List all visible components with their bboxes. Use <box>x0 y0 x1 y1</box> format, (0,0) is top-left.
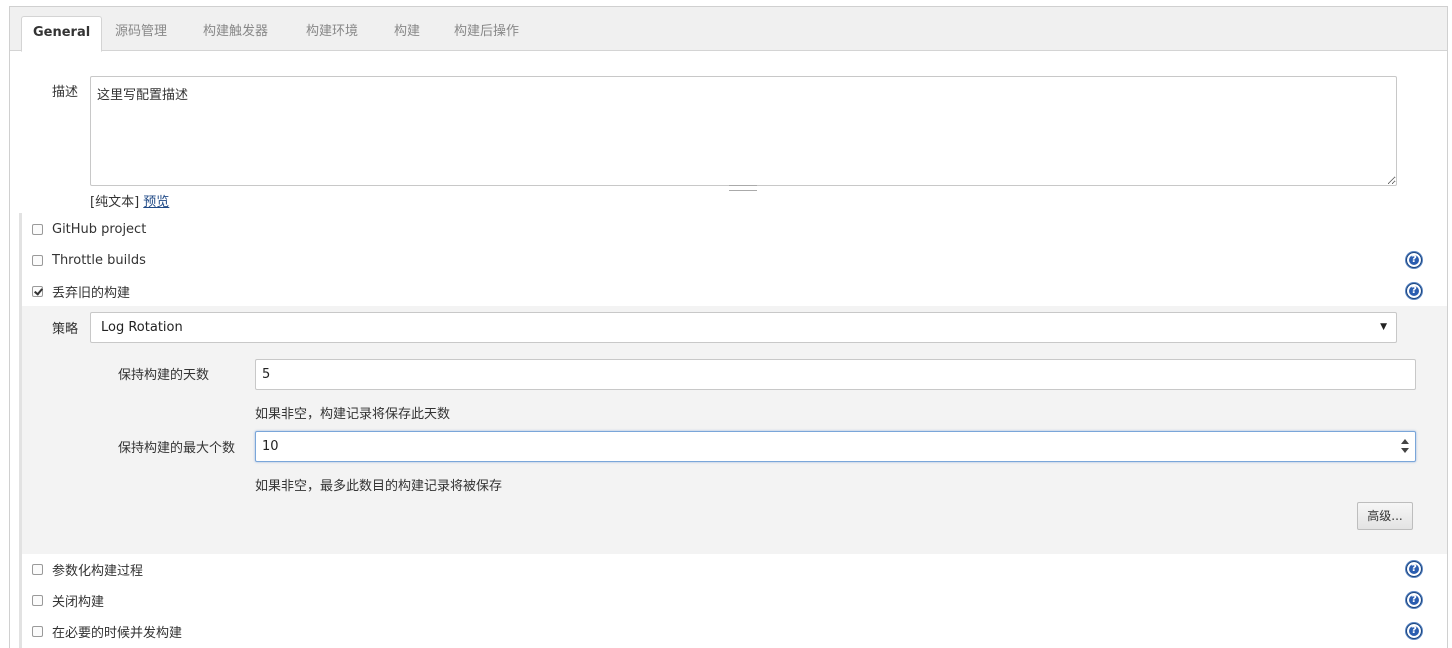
strategy-label: 策略 <box>52 322 79 337</box>
description-format-row: [纯文本] 预览 <box>90 191 169 210</box>
max-builds-input[interactable]: 10 <box>255 431 1416 462</box>
resize-grip[interactable] <box>729 185 757 191</box>
tab-source-management[interactable]: 源码管理 <box>104 16 178 50</box>
disable-build-label: 关闭构建 <box>52 594 105 610</box>
disable-build-option[interactable]: 关闭构建 <box>32 590 104 610</box>
description-textarea[interactable]: 这里写配置描述 <box>90 76 1397 186</box>
throttle-builds-checkbox[interactable] <box>32 254 43 266</box>
plain-text-label: [纯文本] <box>90 195 140 210</box>
tab-post-build[interactable]: 构建后操作 <box>443 16 530 50</box>
discard-old-builds-option[interactable]: 丢弃旧的构建 <box>32 281 130 301</box>
tab-build[interactable]: 构建 <box>383 16 431 50</box>
throttle-builds-option[interactable]: Throttle builds <box>32 250 146 270</box>
github-project-option[interactable]: GitHub project <box>32 219 146 239</box>
max-builds-label: 保持构建的最大个数 <box>118 441 236 456</box>
days-to-keep-input[interactable]: 5 <box>255 359 1416 390</box>
concurrent-build-label: 在必要的时候并发构建 <box>52 625 183 641</box>
discard-settings-panel <box>22 306 1447 554</box>
disable-build-help-icon[interactable]: ? <box>1406 592 1422 608</box>
tab-general[interactable]: General <box>21 16 103 52</box>
strategy-selected-value: Log Rotation <box>101 320 183 335</box>
days-to-keep-label: 保持构建的天数 <box>118 368 210 383</box>
tab-build-environment[interactable]: 构建环境 <box>295 16 369 50</box>
parameterized-build-help-icon[interactable]: ? <box>1406 561 1422 577</box>
max-builds-value: 10 <box>262 439 279 454</box>
discard-old-builds-checkbox[interactable] <box>32 285 43 297</box>
github-project-label: GitHub project <box>52 221 147 237</box>
days-to-keep-hint: 如果非空，构建记录将保存此天数 <box>255 407 451 422</box>
discard-old-builds-label: 丢弃旧的构建 <box>52 285 131 301</box>
preview-link[interactable]: 预览 <box>143 195 169 210</box>
parameterized-build-option[interactable]: 参数化构建过程 <box>32 559 143 579</box>
parameterized-build-checkbox[interactable] <box>32 563 43 575</box>
disable-build-checkbox[interactable] <box>32 594 43 606</box>
strategy-select[interactable]: Log Rotation ▼ <box>90 312 1397 343</box>
throttle-builds-label: Throttle builds <box>52 252 146 268</box>
max-builds-hint: 如果非空，最多此数目的构建记录将被保存 <box>255 479 503 494</box>
parameterized-build-label: 参数化构建过程 <box>52 563 144 579</box>
concurrent-build-help-icon[interactable]: ? <box>1406 623 1422 639</box>
job-config-panel: General 源码管理 构建触发器 构建环境 构建 构建后操作 描述 这里写配… <box>9 6 1448 648</box>
concurrent-build-option[interactable]: 在必要的时候并发构建 <box>32 621 182 641</box>
advanced-button[interactable]: 高级... <box>1357 502 1413 530</box>
github-project-checkbox[interactable] <box>32 223 43 235</box>
tab-bar: General 源码管理 构建触发器 构建环境 构建 构建后操作 <box>10 7 1447 52</box>
concurrent-build-checkbox[interactable] <box>32 625 43 637</box>
tab-build-triggers[interactable]: 构建触发器 <box>192 16 279 50</box>
dropdown-caret-icon: ▼ <box>1380 322 1387 332</box>
throttle-builds-help-icon[interactable]: ? <box>1406 252 1422 268</box>
number-spinner-icon[interactable] <box>1401 439 1409 453</box>
discard-old-builds-help-icon[interactable]: ? <box>1406 283 1422 299</box>
description-label: 描述 <box>52 85 79 100</box>
